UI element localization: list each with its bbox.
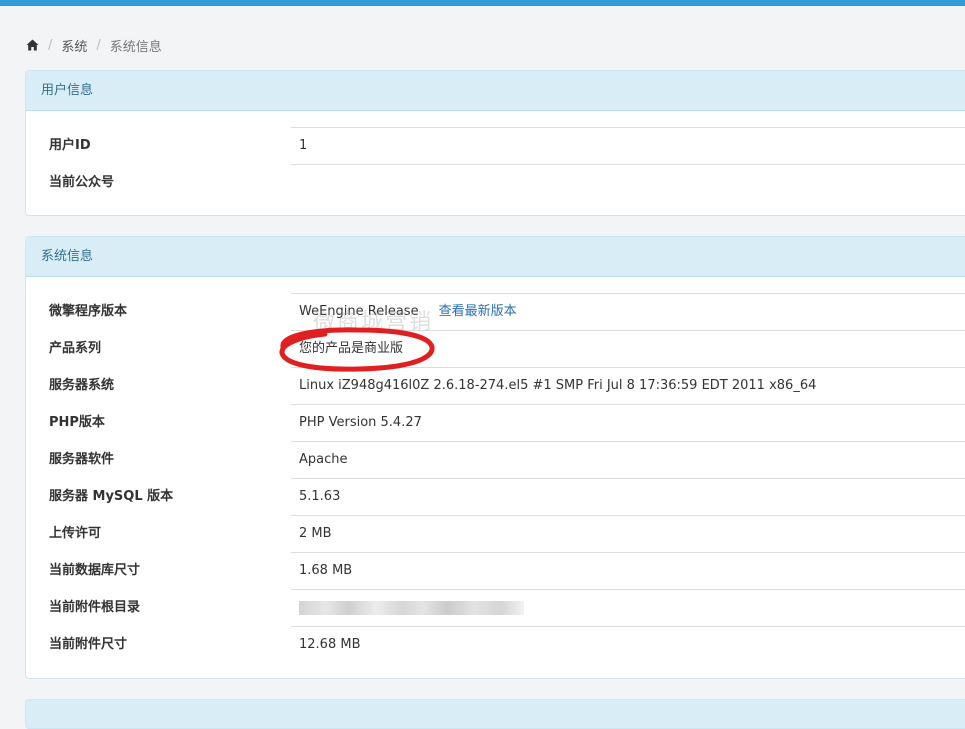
row-value: 1.68 MB xyxy=(299,563,353,578)
row-label: 当前附件根目录 xyxy=(49,600,141,615)
row-value: Linux iZ948g416l0Z 2.6.18-274.el5 #1 SMP… xyxy=(299,378,817,393)
row-label: 服务器软件 xyxy=(49,452,115,467)
row-label: 产品系列 xyxy=(49,341,102,356)
row-divider xyxy=(291,441,965,442)
table-row: 服务器 MySQL 版本 5.1.63 xyxy=(26,478,965,515)
row-divider xyxy=(291,552,965,553)
breadcrumb-item-system-info: 系统信息 xyxy=(109,39,162,55)
row-divider xyxy=(291,164,965,165)
row-value: 1 xyxy=(299,138,308,153)
user-info-panel: 用户信息 用户ID 1 当前公众号 xyxy=(25,70,965,216)
breadcrumb-separator: / xyxy=(48,37,53,53)
row-label: PHP版本 xyxy=(49,415,105,430)
next-panel-heading xyxy=(25,699,965,729)
row-label: 当前数据库尺寸 xyxy=(49,563,141,578)
table-row: 用户ID 1 xyxy=(26,127,965,164)
table-row: 当前公众号 xyxy=(26,164,965,201)
table-row: 微擎程序版本 WeEngine Release 查看最新版本 xyxy=(26,293,965,330)
table-row: 上传许可 2 MB xyxy=(26,515,965,552)
row-label: 上传许可 xyxy=(49,526,102,541)
redacted-path xyxy=(299,600,524,615)
panel-title: 系统信息 xyxy=(26,237,965,277)
check-latest-version-link[interactable]: 查看最新版本 xyxy=(439,304,517,319)
table-row: 当前附件尺寸 12.68 MB xyxy=(26,626,965,663)
row-label: 用户ID xyxy=(49,138,91,153)
row-divider xyxy=(291,127,965,128)
row-divider xyxy=(291,515,965,516)
row-value: 2 MB xyxy=(299,526,332,541)
table-row: 服务器系统 Linux iZ948g416l0Z 2.6.18-274.el5 … xyxy=(26,367,965,404)
table-row: 产品系列 您的产品是商业版 xyxy=(26,330,965,367)
row-divider xyxy=(291,478,965,479)
breadcrumb-separator: / xyxy=(96,37,101,53)
row-label: 当前附件尺寸 xyxy=(49,637,128,652)
top-accent-bar xyxy=(0,0,965,6)
table-row: PHP版本 PHP Version 5.4.27 xyxy=(26,404,965,441)
table-row: 当前数据库尺寸 1.68 MB xyxy=(26,552,965,589)
row-value: 5.1.63 xyxy=(299,489,341,504)
row-label: 当前公众号 xyxy=(49,175,115,190)
row-value: 12.68 MB xyxy=(299,637,361,652)
row-divider xyxy=(291,626,965,627)
row-value: PHP Version 5.4.27 xyxy=(299,415,422,430)
breadcrumb: / 系统 / 系统信息 xyxy=(26,36,162,55)
breadcrumb-item-system[interactable]: 系统 xyxy=(61,36,87,55)
row-label: 微擎程序版本 xyxy=(49,304,128,319)
panel-title: 用户信息 xyxy=(26,71,965,111)
row-value xyxy=(299,589,524,626)
watermark: 微商城营销 xyxy=(313,310,434,335)
table-row: 当前附件根目录 xyxy=(26,589,965,626)
row-value: Apache xyxy=(299,452,348,467)
row-label: 服务器 MySQL 版本 xyxy=(49,489,174,504)
system-info-panel: 系统信息 微擎程序版本 WeEngine Release 查看最新版本 产品系列 … xyxy=(25,236,965,679)
table-row: 服务器软件 Apache xyxy=(26,441,965,478)
row-label: 服务器系统 xyxy=(49,378,115,393)
home-icon[interactable] xyxy=(26,39,39,51)
